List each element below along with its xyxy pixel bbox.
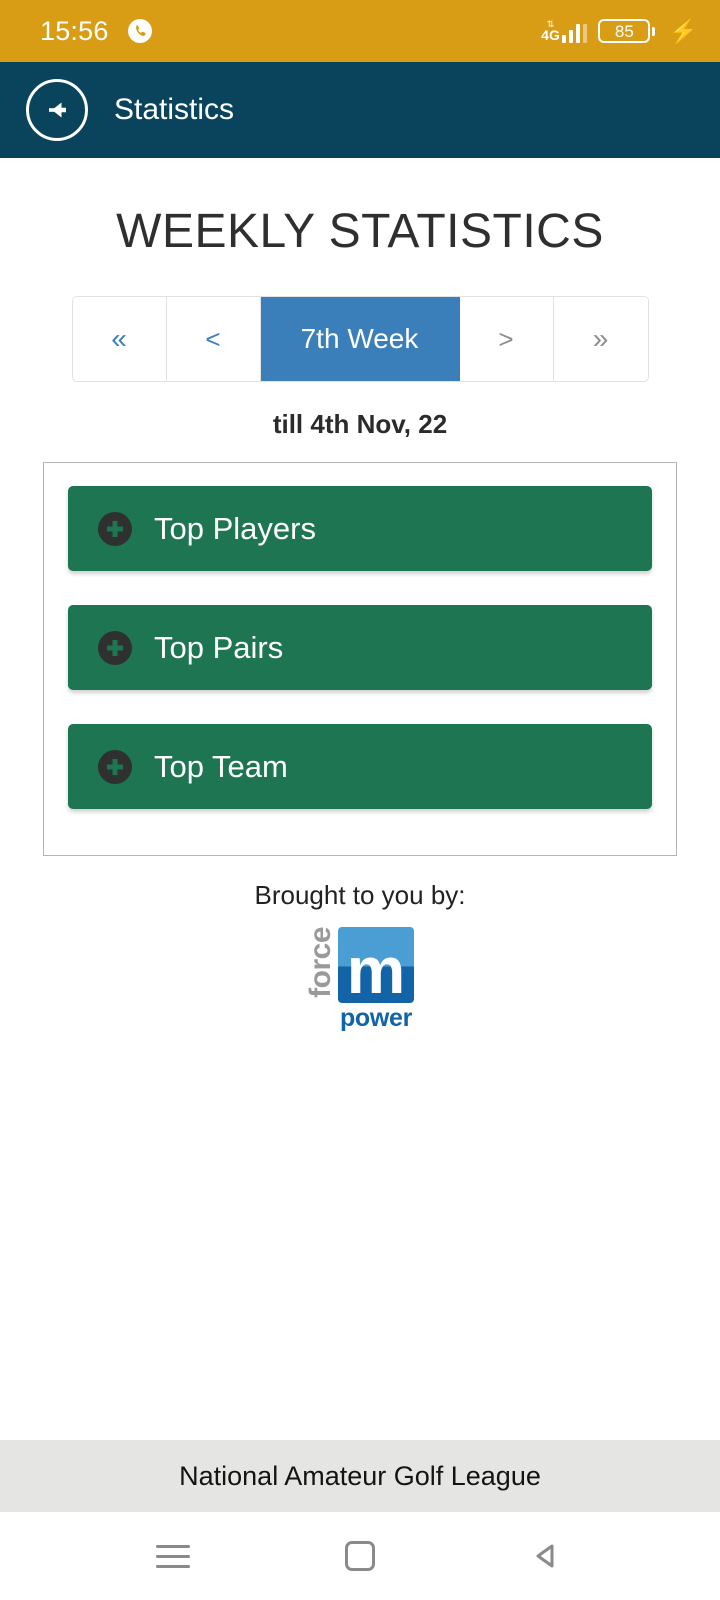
plus-circle-icon (98, 749, 132, 784)
pager-current-week[interactable]: 7th Week (260, 297, 460, 381)
sponsor-logo-mark: m (338, 927, 414, 1003)
plus-circle-icon (98, 630, 132, 665)
home-square-icon[interactable] (320, 1526, 400, 1586)
accordion-label: Top Players (154, 510, 316, 546)
accordion-label: Top Team (154, 748, 288, 784)
pager-last-button[interactable]: » (553, 297, 648, 381)
menu-hamburger-icon[interactable] (133, 1526, 213, 1586)
pager-prev-label: < (205, 323, 221, 354)
pager-current-label: 7th Week (300, 323, 419, 354)
sponsor-caption: Brought to you by: (254, 880, 466, 910)
plus-circle-icon (98, 511, 132, 546)
accordion-label: Top Pairs (154, 629, 284, 665)
page-title: WEEKLY STATISTICS (116, 205, 604, 258)
sponsor-logo: force m power (304, 927, 414, 1032)
accordion-item-top-players[interactable]: Top Players (68, 486, 652, 571)
pager-next-button[interactable]: > (459, 297, 554, 381)
sponsor-logo-power-text: power (339, 1004, 413, 1032)
sponsor-logo-m-text: m (346, 933, 406, 1007)
sponsor-logo-right: m power (338, 927, 414, 1033)
back-triangle-icon[interactable] (507, 1526, 587, 1586)
phone-screen: 15:56 ⇅ 4G 85 ⚡ Statistics WEEKLY STATIS… (0, 0, 720, 1600)
status-clock: 15:56 (40, 15, 109, 46)
android-nav-bar (0, 1512, 720, 1600)
network-type-label: 4G (541, 26, 560, 43)
accordion-item-top-pairs[interactable]: Top Pairs (68, 605, 652, 690)
footer-bar: National Amateur Golf League (0, 1440, 720, 1512)
status-bar: 15:56 ⇅ 4G 85 ⚡ (0, 0, 720, 62)
sponsor-logo-force-text: force (304, 927, 337, 998)
pager-last-label: » (592, 323, 609, 354)
battery-level-label: 85 (598, 19, 651, 43)
pager-first-button[interactable]: « (72, 297, 167, 381)
pager-prev-button[interactable]: < (166, 297, 261, 381)
signal-bars-icon: ⇅ 4G (541, 19, 588, 43)
statistics-panel: Top Players Top Pairs Top Team (43, 462, 677, 856)
battery-tip (652, 26, 656, 36)
pager-next-label: > (498, 323, 514, 354)
week-pager: « < 7th Week > » (71, 296, 649, 382)
battery-indicator: 85 (598, 19, 656, 43)
accordion-item-top-team[interactable]: Top Team (68, 724, 652, 809)
charging-bolt-icon: ⚡ (669, 17, 698, 44)
back-arrow-icon[interactable] (26, 79, 88, 141)
status-bar-left: 15:56 (40, 16, 153, 47)
app-bar: Statistics (0, 62, 720, 158)
status-bar-right: ⇅ 4G 85 ⚡ (541, 19, 698, 43)
main-content: WEEKLY STATISTICS « < 7th Week > » till … (0, 158, 720, 1440)
till-date-label: till 4th Nov, 22 (272, 409, 448, 439)
app-bar-title: Statistics (114, 93, 235, 126)
phone-call-icon (127, 18, 153, 44)
footer-text: National Amateur Golf League (179, 1460, 541, 1491)
pager-first-label: « (111, 323, 127, 354)
